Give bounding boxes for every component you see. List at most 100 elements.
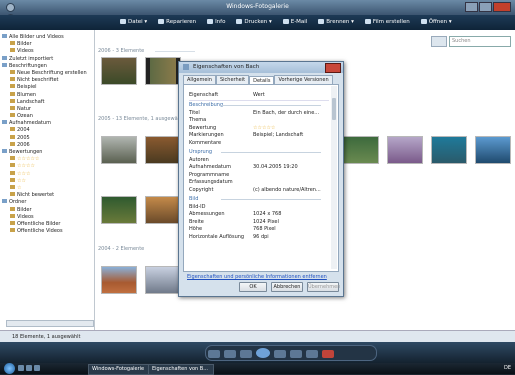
next-icon[interactable] [274,350,286,358]
nav-item[interactable]: Ozean [2,113,94,120]
property-row[interactable]: Horizontale Auflösung 96 dpi [189,234,329,241]
remove-properties-link[interactable]: Eigenschaften und persönliche Informatio… [187,274,327,280]
tab-security[interactable]: Sicherheit [215,75,250,84]
property-row[interactable]: Autoren [189,157,329,164]
toolbar-repair[interactable]: Reparieren [158,19,196,25]
property-value[interactable]: 1024 x 768 [253,211,327,218]
desktop-icon[interactable] [18,365,24,371]
taskbar-item-gallery[interactable]: Windows-Fotogalerie [88,364,150,375]
nav-item[interactable]: Videos [2,48,94,55]
header-property[interactable]: Eigenschaft [189,92,218,98]
property-value[interactable]: ☆☆☆☆☆ [253,125,327,132]
taskbar-item-properties[interactable]: Eigenschaften von B... [148,364,214,375]
vertical-scrollbar[interactable] [331,86,337,269]
toolbar-print[interactable]: Drucken ▾ [236,19,272,25]
nav-item[interactable]: Videos [2,213,94,221]
nav-item[interactable]: 2004 [2,127,94,134]
scroll-thumb[interactable] [332,98,336,120]
property-row[interactable]: Bild-ID [189,204,329,211]
nav-item[interactable]: ☆☆ [2,177,94,185]
property-row[interactable]: Aufnahmedatum 30.04.2005 19:20 [189,164,329,171]
property-row[interactable]: Abmessungen 1024 x 768 [189,211,329,218]
search-input[interactable]: Suchen [449,36,511,47]
nav-item[interactable]: 2006 [2,141,94,149]
toolbar-file[interactable]: Datei ▾ [120,19,147,25]
nav-item[interactable]: Natur [2,105,94,113]
photo-thumbnail[interactable] [101,136,137,164]
toolbar-info[interactable]: Info [207,19,225,25]
property-row[interactable]: Erfassungsdatum [189,179,329,186]
property-row[interactable]: Höhe 768 Pixel [189,226,329,233]
property-row[interactable]: Titel Ein Bach, der durch eine... [189,110,329,117]
property-row[interactable]: Kommentare [189,140,329,147]
nav-item[interactable]: ☆☆☆☆ [2,163,94,170]
nav-item[interactable]: Aufnahmedatum [2,120,94,127]
video-thumbnail[interactable] [145,57,181,85]
dialog-titlebar[interactable]: Eigenschaften von Bach [179,62,343,73]
slideshow-icon[interactable] [256,348,270,358]
photo-thumbnail[interactable] [145,266,181,294]
previous-icon[interactable] [240,350,252,358]
horizontal-scrollbar[interactable] [6,320,94,327]
minimize-button[interactable] [465,2,478,12]
close-button[interactable] [493,2,511,12]
start-button[interactable] [4,363,15,374]
tab-previous-versions[interactable]: Vorherige Versionen [274,75,333,84]
property-row[interactable]: Markierungen Beispiel; Landschaft [189,132,329,139]
property-row[interactable]: Breite 1024 Pixel [189,219,329,226]
nav-item[interactable]: 2005 [2,134,94,142]
property-value[interactable]: (c) albendo nature/Altren... [253,187,327,194]
toolbar-email[interactable]: E-Mail [282,19,307,25]
property-row[interactable]: Bewertung ☆☆☆☆☆ [189,125,329,132]
photo-thumbnail[interactable] [145,136,181,164]
nav-item[interactable]: ☆ [2,184,94,192]
cancel-button[interactable]: Abbrechen [271,282,303,292]
property-row[interactable]: Programmname [189,172,329,179]
property-value[interactable]: 30.04.2005 19:20 [253,164,327,171]
nav-item[interactable]: Bilder [2,206,94,214]
nav-item[interactable]: Öffentliche Bilder [2,220,94,228]
photo-thumbnail[interactable] [101,266,137,294]
ok-button[interactable]: OK [239,282,267,292]
photo-thumbnail[interactable] [387,136,423,164]
group-header-2004[interactable]: 2004 - 2 Elemente [98,246,144,252]
nav-item[interactable]: Bilder [2,41,94,48]
header-value[interactable]: Wert [253,92,265,98]
rotate-right-icon[interactable] [306,350,318,358]
property-value[interactable]: 768 Pixel [253,226,327,233]
nav-item[interactable]: Nicht bewertet [2,192,94,199]
browser-icon[interactable] [34,365,40,371]
view-options-button[interactable] [431,36,447,47]
nav-item[interactable]: Nicht beschriftet [2,77,94,84]
tab-general[interactable]: Allgemein [183,75,216,84]
toolbar-open[interactable]: Öffnen ▾ [420,19,452,25]
nav-item[interactable]: ☆☆☆ [2,170,94,178]
delete-icon[interactable] [322,350,334,358]
property-value[interactable]: Ein Bach, der durch eine... [253,110,327,117]
property-row[interactable]: Thema [189,117,329,124]
photo-thumbnail[interactable] [475,136,511,164]
property-value[interactable]: Beispiel; Landschaft [253,132,327,139]
property-value[interactable]: 96 dpi [253,234,327,241]
group-header-2005[interactable]: 2005 - 13 Elemente, 1 ausgewählt [98,116,184,122]
nav-item[interactable]: Zuletzt importiert [2,55,94,63]
nav-item[interactable]: ☆☆☆☆☆ [2,156,94,163]
nav-item[interactable]: Neue Beschriftung erstellen [2,69,94,77]
nav-item[interactable]: Beispiel [2,84,94,91]
maximize-button[interactable] [479,2,492,12]
photo-thumbnail[interactable] [145,196,181,224]
nav-item[interactable]: Ordner [2,199,94,206]
toolbar-movie[interactable]: Film erstellen [364,19,410,25]
switch-windows-icon[interactable] [26,365,32,371]
nav-item[interactable]: Bewertungen [2,149,94,156]
zoom-icon[interactable] [208,350,220,358]
rotate-left-icon[interactable] [290,350,302,358]
nav-item[interactable]: Landschaft [2,98,94,106]
nav-item[interactable]: Alle Bilder und Videos [2,34,94,41]
photo-thumbnail[interactable] [343,136,379,164]
photo-thumbnail[interactable] [101,196,137,224]
apply-button[interactable]: Übernehmen [307,282,340,292]
nav-item[interactable]: Blumen [2,91,94,99]
fit-icon[interactable] [224,350,236,358]
property-value[interactable]: 1024 Pixel [253,219,327,226]
